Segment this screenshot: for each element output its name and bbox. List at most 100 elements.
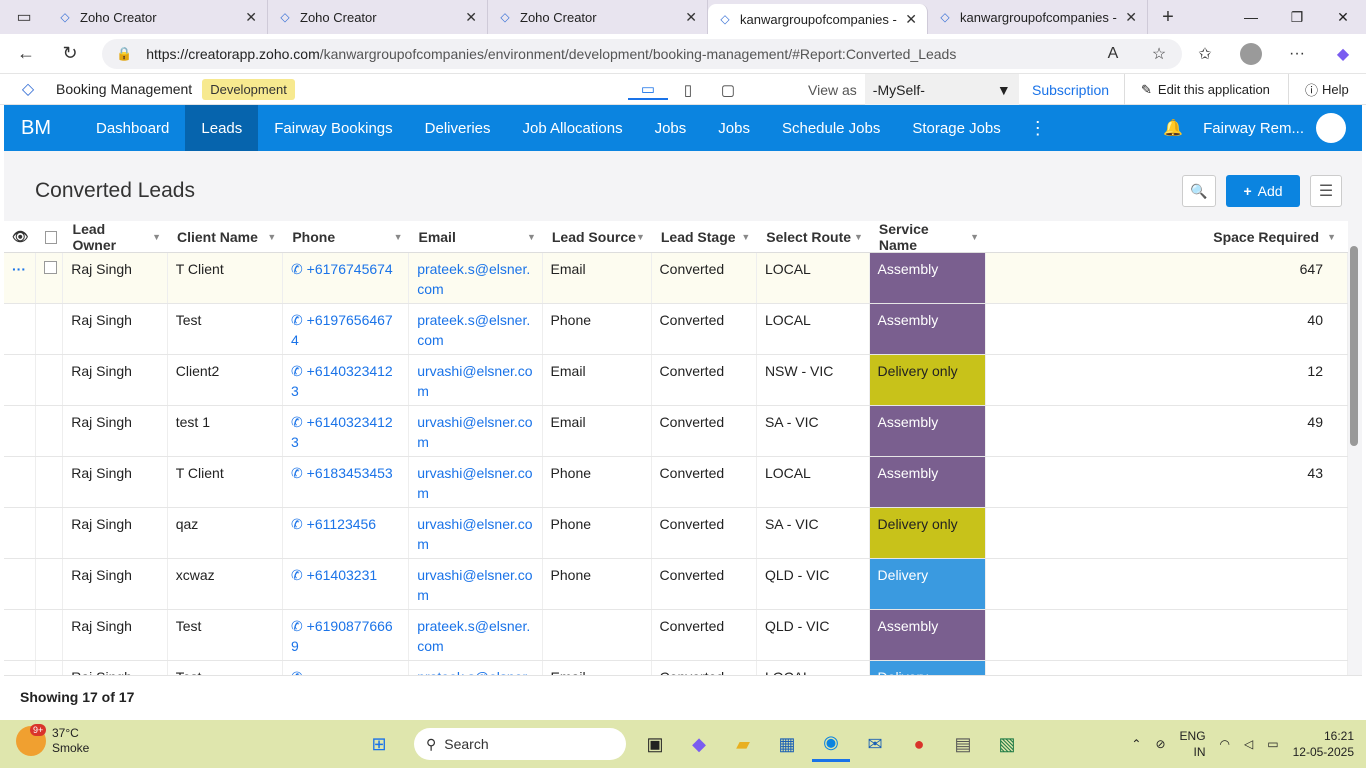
copilot-icon[interactable]: ◆ [1320,44,1366,64]
browser-tab[interactable]: ◇ kanwargroupofcompanies - B ✕ [928,0,1148,34]
nav-item[interactable]: Deliveries [409,105,507,151]
file-explorer-icon[interactable]: ▰ [724,726,762,762]
table-row[interactable]: Raj Singh Test ✆ +61976564674 prateek.s@els… [4,304,1348,355]
sort-caret-icon[interactable]: ▼ [1327,232,1336,242]
close-tab-icon[interactable]: ✕ [905,11,917,28]
nav-item[interactable]: Storage Jobs [896,105,1016,151]
cell-phone[interactable]: ✆ +61123456 [283,508,410,558]
cell-phone[interactable]: ✆ +61403234123 [283,406,410,456]
battery-icon[interactable]: ▭ [1267,737,1278,751]
cell-phone[interactable]: ✆ +61403234123 [283,355,410,405]
outlook-icon[interactable]: ✉ [856,726,894,762]
close-tab-icon[interactable]: ✕ [245,9,257,26]
column-header[interactable]: Lead Owner ▼ [65,221,169,253]
checkbox[interactable] [44,230,57,244]
read-aloud-icon[interactable]: A [1090,45,1136,63]
help-button[interactable]: ⓘ Help [1288,74,1349,105]
cell-email[interactable]: urvashi@elsner.com [409,559,543,609]
column-header[interactable]: Service Name ▼ [871,221,987,253]
nav-item[interactable]: Jobs [639,105,703,151]
table-row[interactable]: Raj Singh qaz ✆ +61123456 urvashi@elsner.co… [4,508,1348,559]
close-tab-icon[interactable]: ✕ [465,9,477,26]
cell-email[interactable]: prateek.s@elsner.com [409,253,543,303]
row-select[interactable] [36,508,64,558]
nav-item[interactable]: Dashboard [80,105,185,151]
scrollbar-thumb[interactable] [1350,246,1358,446]
table-row[interactable]: Raj Singh xcwaz ✆ +61403231 urvashi@elsner.… [4,559,1348,610]
nav-item[interactable]: Fairway Bookings [258,105,408,151]
cell-phone[interactable]: ✆ +6183453453 [283,457,410,507]
maximize-icon[interactable]: ❐ [1274,0,1320,34]
column-header[interactable]: Email ▼ [410,221,543,253]
browser-tab[interactable]: ◇ Zoho Creator ✕ [268,0,488,34]
cell-email[interactable]: prateek.s@elsner.com [409,610,543,660]
subscription-link[interactable]: Subscription [1032,82,1109,98]
row-select[interactable] [36,355,64,405]
column-header[interactable]: Phone ▼ [284,221,410,253]
table-row[interactable]: Raj Singh Test ✆ +61908776669 prateek.s@els… [4,610,1348,661]
column-header[interactable]: Lead Stage ▼ [653,221,758,253]
search-button[interactable]: 🔍 [1182,175,1216,207]
new-tab-button[interactable]: + [1148,6,1188,29]
zoho-creator-logo-icon[interactable]: ◇ [0,79,56,99]
chrome-icon[interactable]: ● [900,726,938,762]
taskbar-search[interactable]: ⚲ Search [414,728,626,760]
column-header[interactable]: Client Name ▼ [169,221,284,253]
excel-icon[interactable]: ▧ [988,726,1026,762]
volume-icon[interactable]: ◁ [1244,737,1253,751]
sort-caret-icon[interactable]: ▼ [267,232,276,242]
nav-item[interactable]: Jobs [702,105,766,151]
row-more-icon[interactable]: ··· [12,261,26,277]
cell-email[interactable]: prateek.s@elsner.com [409,304,543,354]
cell-phone[interactable]: ✆ +61403231 [283,559,410,609]
row-select[interactable] [36,610,64,660]
clock[interactable]: 16:21 12-05-2025 [1293,728,1354,760]
cell-email[interactable]: urvashi@elsner.com [409,457,543,507]
browser-tab[interactable]: ◇ Zoho Creator ✕ [488,0,708,34]
nav-item[interactable]: Job Allocations [507,105,639,151]
start-icon[interactable]: ⊞ [360,726,398,762]
cell-email[interactable]: urvashi@elsner.com [409,508,543,558]
phone-value[interactable]: +6183453453 [307,465,393,481]
tab-actions-icon[interactable]: ▭ [0,0,48,34]
browser-tab[interactable]: ◇ kanwargroupofcompanies - B ✕ [708,4,928,34]
laptop-icon[interactable]: ▭ [628,80,668,100]
wifi-icon[interactable]: ◠ [1220,737,1230,751]
nav-item[interactable]: Leads [185,105,259,151]
user-name[interactable]: Fairway Rem... [1203,120,1304,137]
back-icon[interactable]: ← [8,34,44,74]
app-logo[interactable]: BM [4,117,68,140]
phone-value[interactable]: +61403234123 [291,363,393,399]
favorites-icon[interactable]: ✩ [1182,44,1228,64]
cell-phone[interactable]: ✆ [283,661,410,675]
phone-value[interactable]: +6176745674 [307,261,393,277]
copilot-app-icon[interactable]: ◆ [680,726,718,762]
close-tab-icon[interactable]: ✕ [1125,9,1137,26]
close-tab-icon[interactable]: ✕ [685,9,697,26]
phone-value[interactable]: +61908776669 [291,618,393,654]
task-view-icon[interactable]: ▣ [636,726,674,762]
row-select[interactable] [36,457,64,507]
nav-item[interactable]: Schedule Jobs [766,105,896,151]
store-icon[interactable]: ▦ [768,726,806,762]
table-row[interactable]: Raj Singh test 1 ✆ +61403234123 urvashi@els… [4,406,1348,457]
add-button[interactable]: + Add [1226,175,1300,207]
profile-avatar[interactable] [1228,43,1274,65]
column-header[interactable]: Lead Source ▼ [544,221,653,253]
row-select[interactable] [36,253,64,303]
cell-email[interactable]: urvashi@elsner.com [409,406,543,456]
sort-caret-icon[interactable]: ▼ [970,232,979,242]
view-as-select[interactable]: -MySelf- ▼ [864,74,1019,105]
column-visibility-icon[interactable]: 👁 [4,221,37,253]
phone-value[interactable]: +61403234123 [291,414,393,450]
cell-email[interactable]: urvashi@elsner.com [409,355,543,405]
sort-caret-icon[interactable]: ▼ [527,232,536,242]
phone-value[interactable]: +61403231 [307,567,377,583]
close-window-icon[interactable]: ✕ [1320,0,1366,34]
cell-phone[interactable]: ✆ +61908776669 [283,610,410,660]
phone-value[interactable]: +61123456 [307,516,376,532]
reload-icon[interactable]: ↻ [52,34,88,74]
favorite-star-icon[interactable]: ☆ [1136,44,1182,64]
table-row[interactable]: Raj Singh Client2 ✆ +61403234123 urvashi@el… [4,355,1348,406]
weather-widget[interactable]: 9+ 37°C Smoke [16,724,89,756]
